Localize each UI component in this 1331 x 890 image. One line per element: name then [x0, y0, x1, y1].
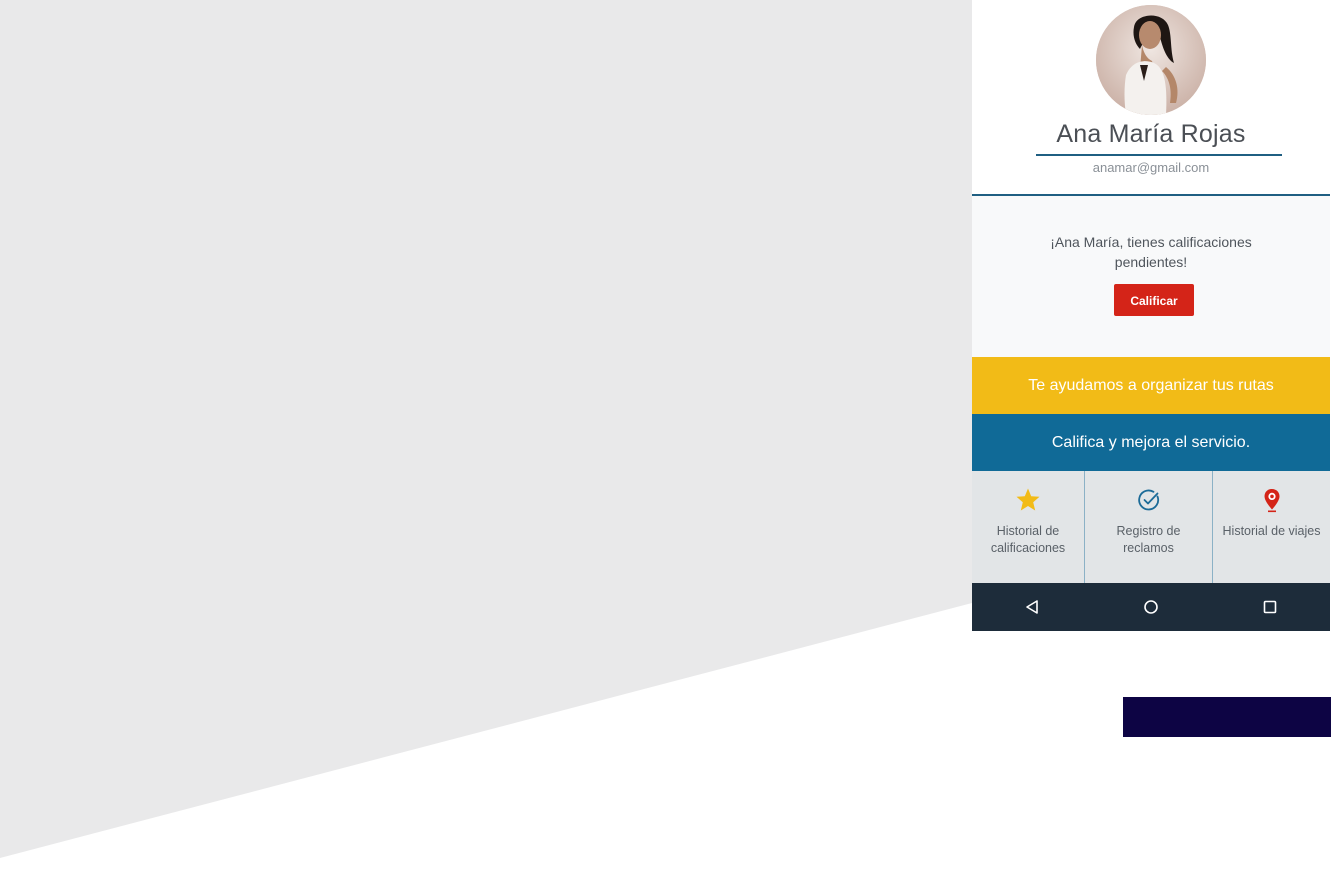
user-photo-icon — [1096, 5, 1206, 115]
phone-screen: Ana María Rojas anamar@gmail.com ¡Ana Ma… — [972, 0, 1330, 631]
avatar[interactable] — [1096, 5, 1206, 115]
pending-ratings-message: ¡Ana María, tienes calificaciones pendie… — [1050, 234, 1252, 270]
service-banner[interactable]: Califica y mejora el servicio. — [972, 414, 1330, 471]
routes-banner[interactable]: Te ayudamos a organizar tus rutas — [972, 357, 1330, 414]
trips-history-shortcut[interactable]: Historial de viajes — [1212, 471, 1330, 583]
android-navbar — [972, 583, 1330, 631]
page: Ana María Rojas anamar@gmail.com ¡Ana Ma… — [0, 0, 1331, 890]
trips-history-label: Historial de viajes — [1222, 524, 1321, 538]
recents-nav-button[interactable] — [1211, 583, 1330, 631]
map-pin-icon — [1264, 489, 1279, 513]
complaints-shortcut[interactable]: Registro de reclamos — [1084, 471, 1212, 583]
pending-ratings-panel: ¡Ana María, tienes calificaciones pendie… — [972, 196, 1330, 357]
name-underline — [1036, 154, 1282, 156]
user-name: Ana María Rojas — [1056, 120, 1246, 148]
back-nav-button[interactable] — [972, 583, 1091, 631]
corner-dark-bar — [1123, 697, 1331, 737]
back-triangle-icon — [1025, 600, 1038, 614]
user-email: anamar@gmail.com — [1092, 160, 1210, 175]
shortcuts-row: Historial de calificaciones Registro de … — [972, 471, 1330, 583]
home-nav-button[interactable] — [1091, 583, 1210, 631]
home-circle-icon — [1144, 600, 1158, 614]
profile-header: Ana María Rojas anamar@gmail.com — [972, 0, 1330, 196]
rate-button[interactable]: Calificar — [1114, 284, 1194, 316]
recents-square-icon — [1264, 600, 1277, 614]
check-circle-icon — [1137, 489, 1159, 511]
ratings-history-shortcut[interactable]: Historial de calificaciones — [972, 471, 1084, 583]
complaints-label: Registro de reclamos — [1116, 524, 1181, 555]
star-icon — [1016, 488, 1040, 511]
ratings-history-label: Historial de calificaciones — [990, 524, 1066, 555]
